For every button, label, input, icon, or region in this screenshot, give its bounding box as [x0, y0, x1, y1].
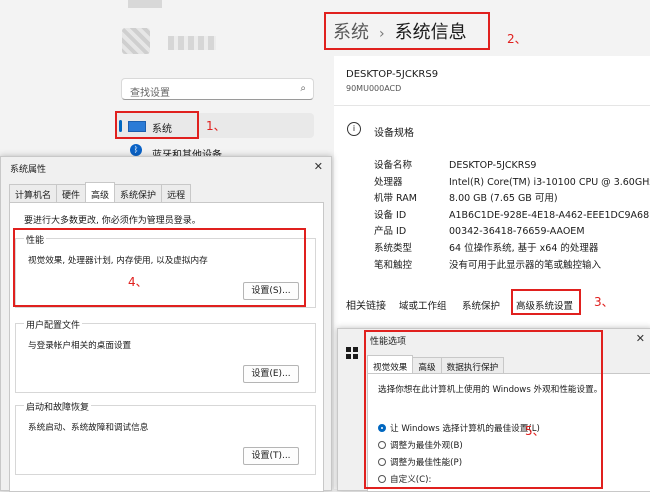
info-icon: i: [347, 122, 361, 136]
annotation-label-3: 3、: [594, 295, 614, 309]
device-specs-title: 设备规格: [374, 128, 414, 139]
tab-system-protection[interactable]: 系统保护: [114, 184, 163, 203]
device-model: 90MU000ACD: [346, 84, 402, 93]
bluetooth-icon: ᛒ: [130, 144, 142, 156]
system-protection-link[interactable]: 系统保护: [462, 298, 500, 312]
tab-computer-name[interactable]: 计算机名: [9, 184, 58, 203]
spec-row: 设备 ID A1B6C1DE-928E-4E18-A462-EEE1DC9A68E…: [374, 209, 650, 221]
annotation-box-3: [511, 289, 581, 315]
device-name: DESKTOP-5JCKRS9: [346, 69, 439, 80]
windows-logo-icon: [346, 347, 358, 359]
tab-strip: 计算机名 硬件 高级 系统保护 远程: [9, 182, 192, 205]
spec-list: 设备名称 DESKTOP-5JCKRS9 处理器 Intel(R) Core(TM)…: [374, 158, 650, 274]
group-label: 启动和故障恢复: [24, 400, 92, 413]
annotation-box-4: [13, 228, 306, 307]
spec-row: 笔和触控 没有可用于此显示器的笔或触控输入: [374, 259, 602, 271]
admin-note: 要进行大多数更改, 你必须作为管理员登录。: [24, 216, 201, 226]
close-icon[interactable]: ✕: [314, 160, 323, 173]
startup-recovery-settings-button[interactable]: 设置(T)...: [243, 447, 299, 465]
spec-row: 系统类型 64 位操作系统, 基于 x64 的处理器: [374, 242, 599, 254]
annotation-label-5: 5、: [525, 424, 545, 438]
spec-row: 设备名称 DESKTOP-5JCKRS9: [374, 160, 537, 171]
blurred-text: [128, 0, 162, 8]
avatar[interactable]: [122, 28, 150, 54]
account-name-blurred: [168, 36, 216, 50]
search-icon: ⌕: [300, 83, 306, 94]
related-links-label: 相关链接: [346, 301, 386, 312]
tab-hardware[interactable]: 硬件: [56, 184, 87, 203]
group-description: 与登录帐户相关的桌面设置: [28, 341, 132, 351]
spec-row: 机带 RAM 8.00 GB (7.65 GB 可用): [374, 193, 558, 205]
annotation-label-4: 4、: [128, 275, 148, 289]
user-profiles-settings-button[interactable]: 设置(E)...: [243, 365, 299, 383]
close-icon[interactable]: ✕: [636, 332, 645, 345]
group-label: 用户配置文件: [24, 318, 83, 331]
annotation-box-5: [364, 330, 603, 489]
divider: [334, 105, 650, 106]
dialog-title: 系统属性: [10, 165, 47, 175]
domain-workgroup-link[interactable]: 域或工作组: [399, 298, 447, 312]
annotation-label-2: 2、: [507, 32, 527, 46]
spec-row: 处理器 Intel(R) Core(TM) i3-10100 CPU @ 3.60…: [374, 176, 650, 188]
annotation-box-2: [324, 12, 490, 50]
group-description: 系统启动、系统故障和调试信息: [28, 423, 149, 433]
spec-row: 产品 ID 00342-36418-76659-AAOEM: [374, 226, 585, 238]
search-input[interactable]: 查找设置 ⌕: [121, 78, 314, 100]
annotation-label-1: 1、: [206, 119, 226, 133]
annotation-box-1: [115, 111, 199, 139]
tab-remote[interactable]: 远程: [161, 184, 192, 203]
